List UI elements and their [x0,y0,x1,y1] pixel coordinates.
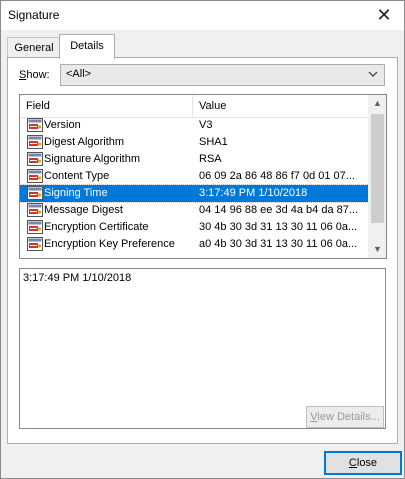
field-name: Encryption Key Preference [44,238,175,250]
field-value: SHA1 [199,136,228,148]
tab-details[interactable]: Details [59,34,115,59]
certificate-field-icon [27,220,43,234]
close-button[interactable]: Close [324,451,402,475]
header-value[interactable]: Value [199,100,226,112]
view-details-label: iew Details... [317,411,380,423]
field-value: a0 4b 30 3d 31 13 30 11 06 0a... [199,238,358,250]
scroll-up-icon[interactable]: ▲ [369,95,386,112]
list-item[interactable]: Version V3 [20,117,369,134]
field-name: Signing Time [44,187,108,199]
certificate-field-icon [27,118,43,132]
field-name: Digest Algorithm [44,136,125,148]
list-item[interactable]: Encryption Certificate 30 4b 30 3d 31 13 … [20,219,369,236]
show-label-text: how: [26,69,50,81]
scroll-thumb[interactable] [371,114,384,223]
field-value: V3 [199,119,213,131]
list-scrollbar[interactable]: ▲ ▼ [368,95,386,258]
title-bar: Signature ✕ [1,1,404,30]
field-detail-text: 3:17:49 PM 1/10/2018 [23,272,132,284]
close-label: lose [356,457,378,469]
header-divider[interactable] [192,95,193,117]
field-detail-box[interactable]: 3:17:49 PM 1/10/2018 [19,268,386,429]
field-name: Signature Algorithm [44,153,140,165]
list-item[interactable]: Signing Time 3:17:49 PM 1/10/2018 [20,184,370,203]
field-value: 3:17:49 PM 1/10/2018 [199,187,308,199]
show-label: Show: [19,69,50,81]
window-title: Signature [8,8,60,22]
list-rows: Version V3 Digest Algorithm SHA1 Signature A… [20,117,370,253]
list-header: Field Value [20,95,369,118]
certificate-field-icon [27,186,43,200]
view-details-button[interactable]: View Details... [306,406,384,428]
tab-general[interactable]: General [7,37,61,58]
certificate-field-icon [27,169,43,183]
chevron-down-icon [368,71,378,77]
certificate-field-icon [27,237,43,251]
field-name: Message Digest [44,204,123,216]
close-icon[interactable]: ✕ [374,5,394,25]
show-dropdown-value: <All> [66,68,92,80]
certificate-field-icon [27,135,43,149]
field-value: 30 4b 30 3d 31 13 30 11 06 0a... [199,221,358,233]
list-item[interactable]: Signature Algorithm RSA [20,151,369,168]
show-dropdown[interactable]: <All> [60,64,385,86]
list-item[interactable]: Content Type 06 09 2a 86 48 86 f7 0d 01 0… [20,168,369,185]
certificate-field-icon [27,203,43,217]
field-name: Content Type [44,170,110,182]
header-field[interactable]: Field [26,100,50,112]
list-item[interactable]: Encryption Key Preference a0 4b 30 3d 31 … [20,236,369,253]
fields-list[interactable]: Field Value Version V3 Digest Algorithm SHA… [19,94,387,259]
details-panel: Show: <All> Field Value Version V3 Digest … [7,57,398,444]
field-name: Version [44,119,81,131]
list-item[interactable]: Digest Algorithm SHA1 [20,134,369,151]
field-value: RSA [199,153,222,165]
scroll-down-icon[interactable]: ▼ [369,241,386,258]
field-value: 04 14 96 88 ee 3d 4a b4 da 87... [199,204,359,216]
list-item[interactable]: Message Digest 04 14 96 88 ee 3d 4a b4 da… [20,202,369,219]
field-name: Encryption Certificate [44,221,149,233]
signature-dialog: Signature ✕ General Details Show: <All> … [0,0,405,479]
field-value: 06 09 2a 86 48 86 f7 0d 01 07... [199,170,355,182]
close-accesskey: C [348,457,357,469]
certificate-field-icon [27,152,43,166]
